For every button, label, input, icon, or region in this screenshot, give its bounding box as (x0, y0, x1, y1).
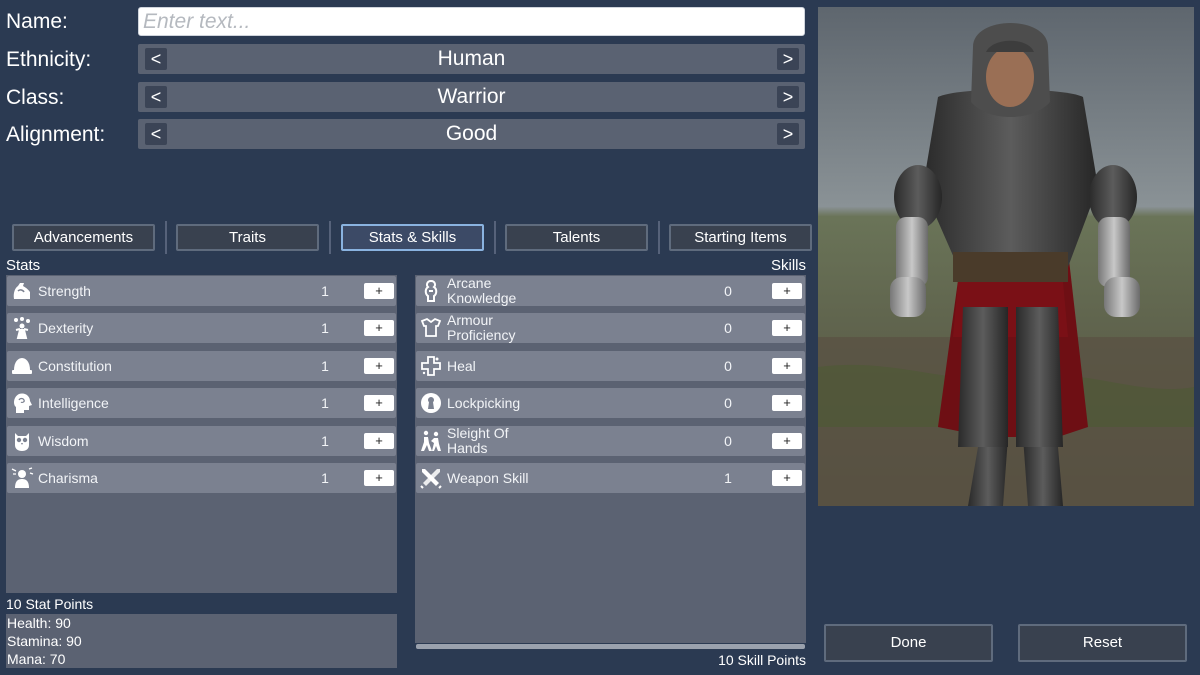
stat-row-charisma: Charisma 1 + (7, 463, 396, 493)
health-value: Health: 90 (7, 615, 71, 631)
stat-value: 1 (321, 433, 329, 449)
class-selector: < Warrior > (138, 82, 805, 112)
skill-value: 0 (724, 320, 732, 336)
vitals-panel: Health: 90 Stamina: 90 Mana: 70 (6, 614, 397, 668)
skills-scrollbar[interactable] (416, 644, 805, 649)
stat-row-dexterity: Dexterity 1 + (7, 313, 396, 343)
stat-label: Charisma (38, 470, 98, 486)
name-label: Name: (6, 10, 68, 33)
ethnicity-next-button[interactable]: > (777, 48, 799, 70)
skill-row-heal: Heal 0 + (416, 351, 805, 381)
stamina-value: Stamina: 90 (7, 633, 82, 649)
stat-label: Strength (38, 283, 91, 299)
skill-row-lockpicking: Lockpicking 0 + (416, 388, 805, 418)
skill-increase-button[interactable]: + (772, 283, 802, 299)
stat-points: 10 Stat Points (6, 596, 94, 612)
juggling-icon (14, 317, 30, 339)
stat-value: 1 (321, 283, 329, 299)
arcane-icon (424, 279, 438, 302)
skill-value: 0 (724, 433, 732, 449)
stat-row-strength: Strength 1 + (7, 276, 396, 306)
stat-label: Intelligence (38, 395, 109, 411)
stat-row-wisdom: Wisdom 1 + (7, 426, 396, 456)
brain-head-icon (14, 393, 32, 413)
stat-value: 1 (321, 358, 329, 374)
alignment-value: Good (445, 122, 498, 145)
skills-header: Skills (770, 257, 806, 274)
skill-row-sleight-of-hands: Sleight Of Hands 0 + (416, 426, 805, 456)
stat-label: Constitution (38, 358, 112, 374)
skill-label: Weapon Skill (447, 470, 529, 486)
skill-points: 10 Skill Points (718, 652, 806, 668)
skill-increase-button[interactable]: + (772, 433, 802, 449)
breastplate-icon (420, 317, 442, 337)
skill-label: Armour Proficiency (447, 312, 516, 343)
reset-button[interactable]: Reset (1018, 624, 1187, 662)
keyhole-icon (421, 393, 441, 413)
stat-label: Dexterity (38, 320, 94, 336)
helmet-icon (12, 358, 32, 374)
skill-row-arcane-knowledge: Arcane Knowledge 0 + (416, 276, 805, 306)
ethnicity-value: Human (437, 47, 506, 70)
skill-value: 1 (724, 470, 732, 486)
name-input[interactable] (138, 7, 805, 36)
skill-increase-button[interactable]: + (772, 320, 802, 336)
alignment-selector: < Good > (138, 119, 805, 149)
tab-divider (658, 221, 660, 254)
crossed-swords-icon (420, 469, 442, 489)
skill-value: 0 (724, 395, 732, 411)
stats-header: Stats (6, 257, 41, 274)
stat-row-constitution: Constitution 1 + (7, 351, 396, 381)
armored-warrior-image (818, 7, 1194, 506)
health-cross-icon (421, 356, 441, 376)
owl-icon (15, 433, 29, 451)
skill-increase-button[interactable]: + (772, 358, 802, 374)
alignment-next-button[interactable]: > (777, 123, 799, 145)
alignment-label: Alignment: (6, 123, 106, 146)
stat-increase-button[interactable]: + (364, 283, 394, 299)
skill-label: Sleight Of Hands (447, 425, 509, 456)
tab-traits[interactable]: Traits (176, 224, 319, 251)
tab-talents[interactable]: Talents (505, 224, 648, 251)
tab-divider (165, 221, 167, 254)
stat-increase-button[interactable]: + (364, 470, 394, 486)
skill-value: 0 (724, 358, 732, 374)
skill-value: 0 (724, 283, 732, 299)
skill-increase-button[interactable]: + (772, 470, 802, 486)
flexed-arm-icon (13, 283, 30, 299)
skill-label: Lockpicking (447, 395, 521, 411)
stat-value: 1 (321, 320, 329, 336)
done-button[interactable]: Done (824, 624, 993, 662)
class-label: Class: (6, 86, 65, 109)
skill-label: Heal (447, 358, 476, 374)
stat-increase-button[interactable]: + (364, 395, 394, 411)
skill-increase-button[interactable]: + (772, 395, 802, 411)
stat-value: 1 (321, 395, 329, 411)
person-speaking-icon (11, 467, 34, 488)
character-portrait (818, 7, 1194, 506)
class-value: Warrior (437, 85, 506, 108)
tab-stats-skills[interactable]: Stats & Skills (341, 224, 484, 251)
tab-starting-items[interactable]: Starting Items (669, 224, 812, 251)
skill-row-armour-proficiency: Armour Proficiency 0 + (416, 313, 805, 343)
stat-row-intelligence: Intelligence 1 + (7, 388, 396, 418)
ethnicity-label: Ethnicity: (6, 48, 92, 71)
stat-value: 1 (321, 470, 329, 486)
tab-advancements[interactable]: Advancements (12, 224, 155, 251)
skill-row-weapon-skill: Weapon Skill 1 + (416, 463, 805, 493)
stat-increase-button[interactable]: + (364, 358, 394, 374)
ethnicity-selector: < Human > (138, 44, 805, 74)
stat-increase-button[interactable]: + (364, 433, 394, 449)
mana-value: Mana: 70 (7, 651, 66, 667)
skill-label: Arcane Knowledge (447, 275, 517, 306)
tab-divider (494, 221, 496, 254)
class-next-button[interactable]: > (777, 86, 799, 108)
stat-increase-button[interactable]: + (364, 320, 394, 336)
stat-label: Wisdom (38, 433, 89, 449)
tab-divider (329, 221, 331, 254)
pickpocket-icon (421, 430, 441, 451)
